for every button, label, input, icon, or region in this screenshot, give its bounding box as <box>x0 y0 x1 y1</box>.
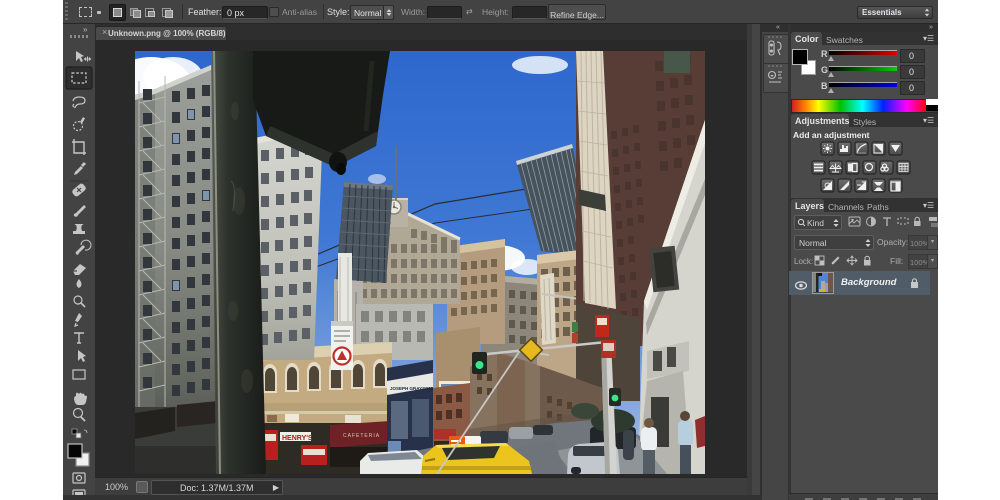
svg-text:JOSEPH GRAYSON: JOSEPH GRAYSON <box>390 386 432 391</box>
svg-text:HENRY'S: HENRY'S <box>282 435 313 442</box>
svg-text:CAFETERIA: CAFETERIA <box>343 433 380 439</box>
